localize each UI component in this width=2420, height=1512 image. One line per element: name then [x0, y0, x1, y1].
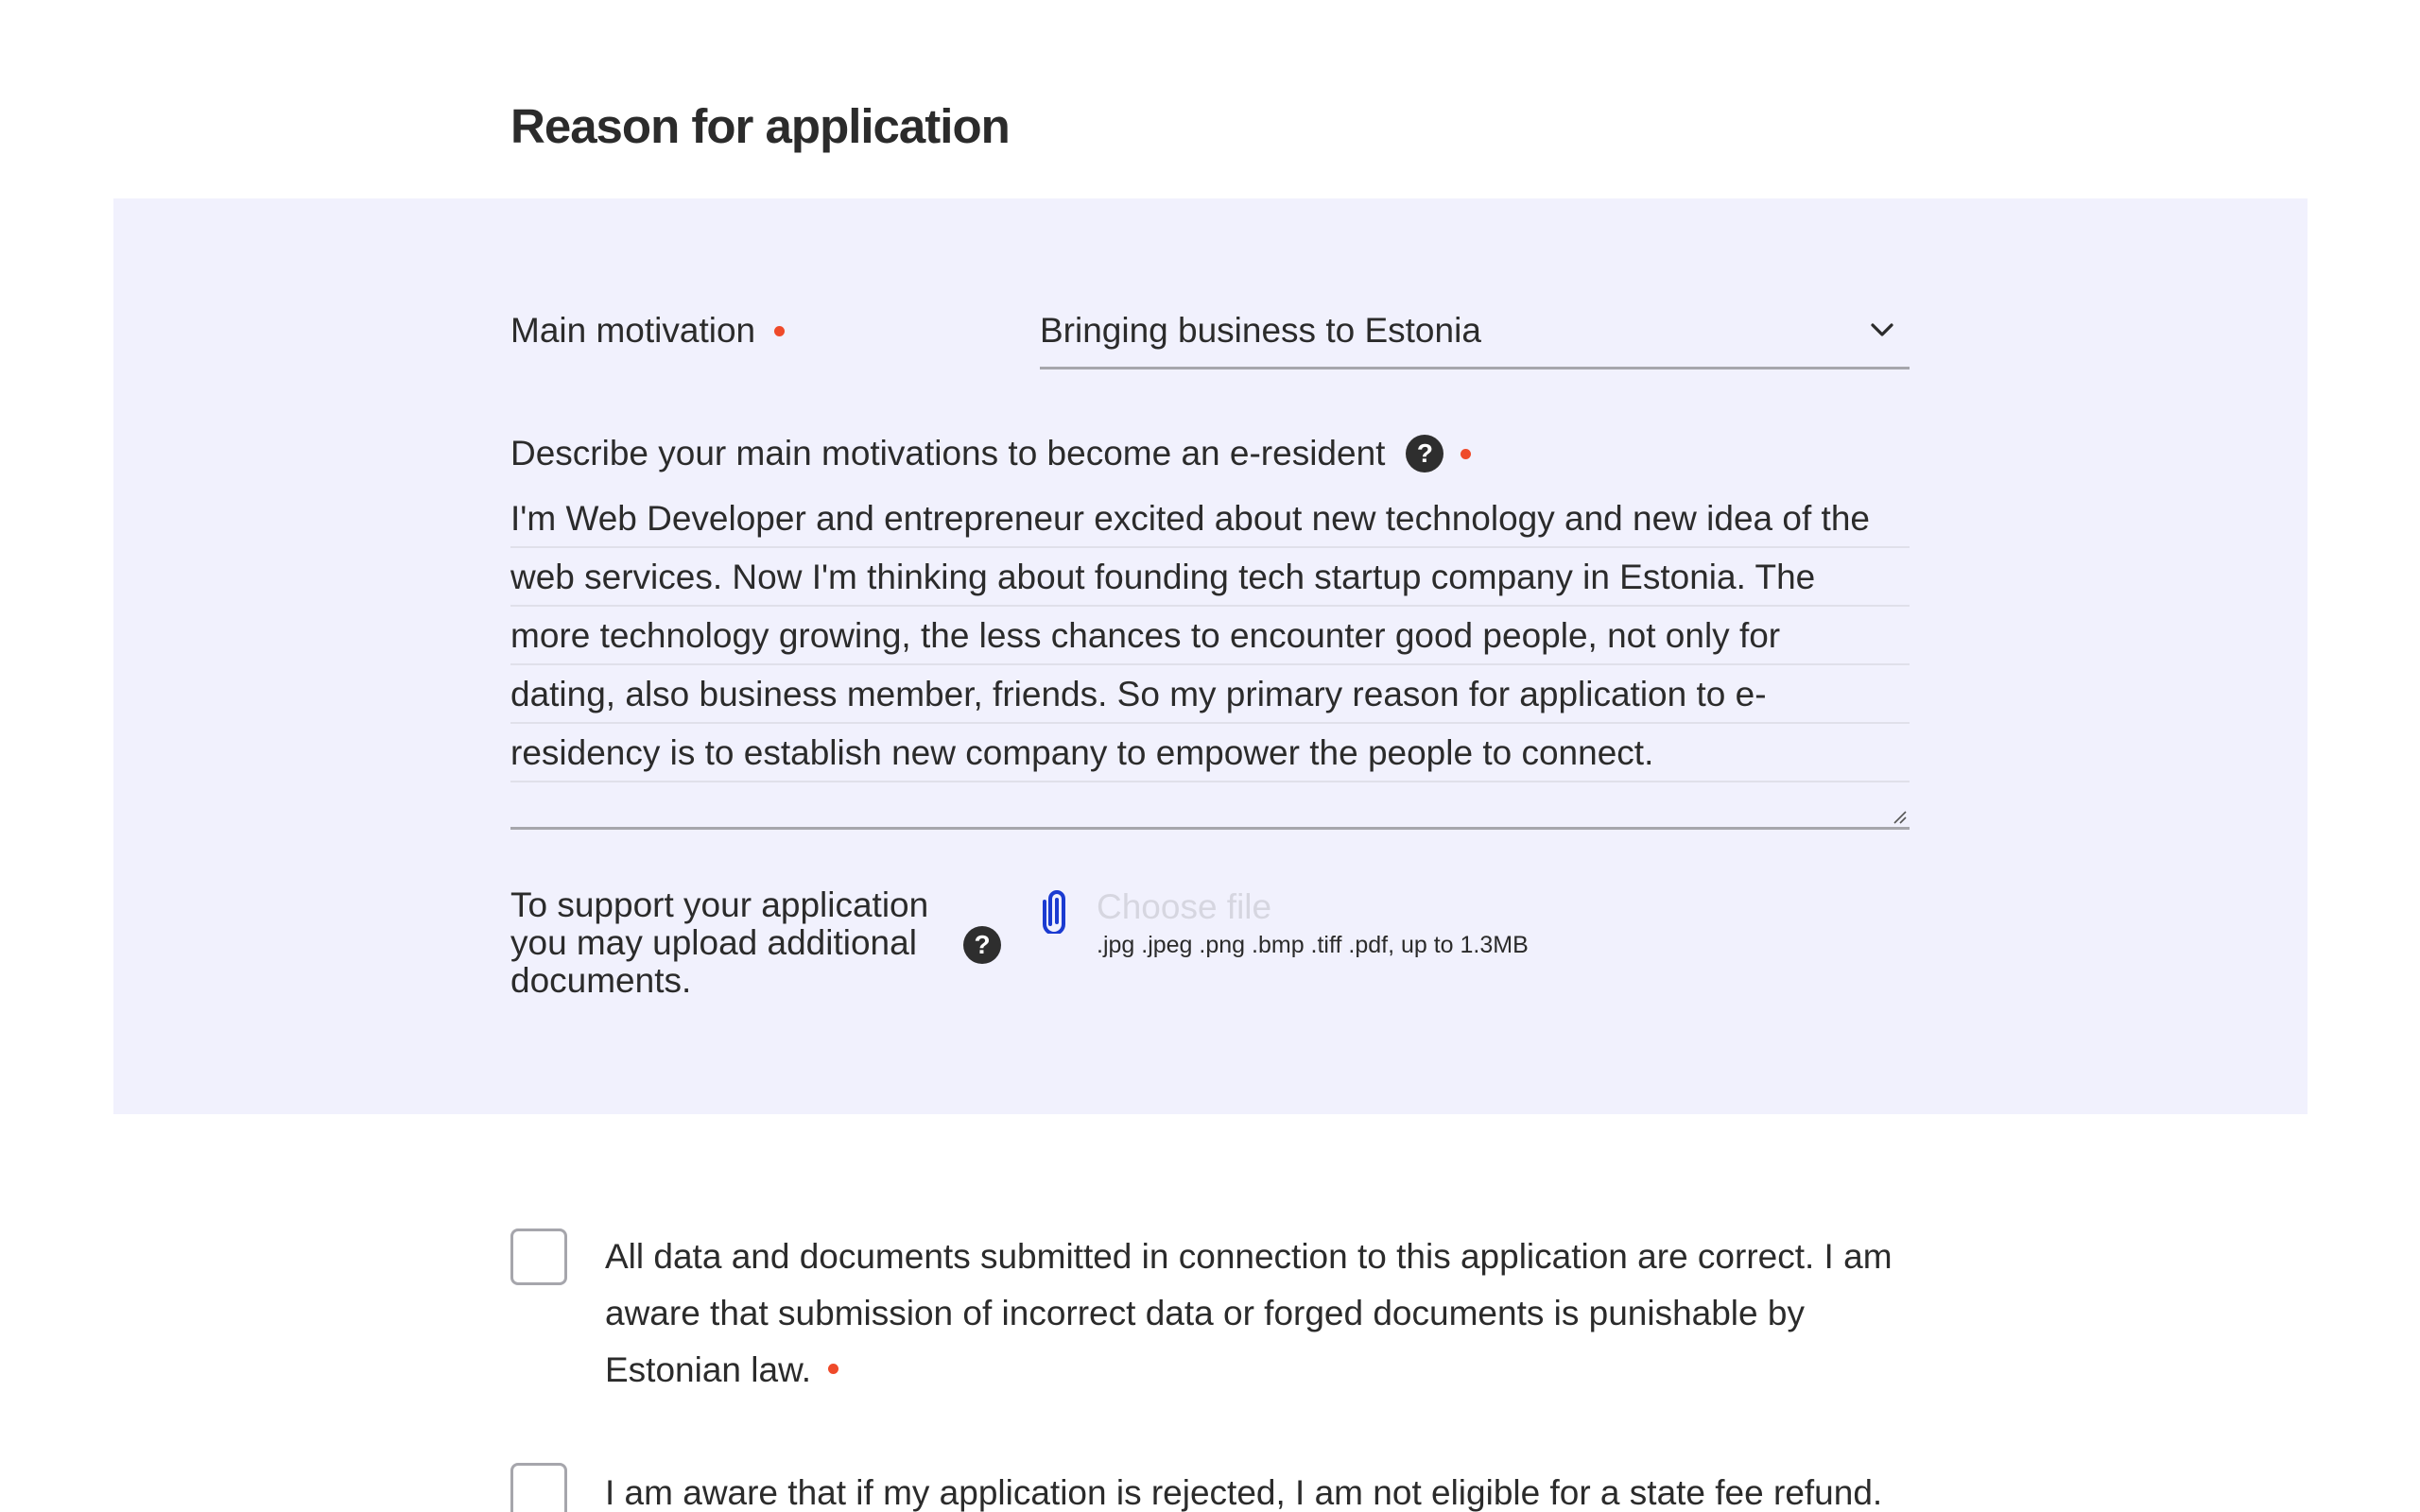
- file-types-hint: .jpg .jpeg .png .bmp .tiff .pdf, up to 1…: [1097, 932, 1529, 958]
- required-indicator: [774, 325, 786, 336]
- main-motivation-value: Bringing business to Estonia: [1040, 311, 1481, 350]
- textarea-line: web services. Now I'm thinking about fou…: [510, 550, 1910, 607]
- textarea-line: dating, also business member, friends. S…: [510, 667, 1910, 724]
- main-motivation-label: Main motivation: [510, 307, 786, 354]
- main-motivation-select[interactable]: Bringing business to Estonia: [1040, 301, 1910, 369]
- describe-motivations-label: Describe your main motivations to become…: [510, 430, 1472, 477]
- describe-motivations-label-text: Describe your main motivations to become…: [510, 434, 1386, 472]
- section-title: Reason for application: [510, 99, 1011, 153]
- resize-handle-icon[interactable]: [1891, 808, 1908, 825]
- no-refund-declaration-text: I am aware that if my application is rej…: [605, 1473, 1883, 1512]
- correct-data-declaration-text: All data and documents submitted in conn…: [605, 1237, 1893, 1389]
- required-indicator: [1461, 448, 1472, 459]
- motivation-textarea[interactable]: I'm Web Developer and entrepreneur excit…: [510, 491, 1910, 830]
- textarea-line: residency is to establish new company to…: [510, 726, 1910, 782]
- help-icon[interactable]: ?: [963, 926, 1001, 964]
- no-refund-declaration: I am aware that if my application is rej…: [605, 1465, 1928, 1512]
- main-motivation-label-text: Main motivation: [510, 311, 756, 350]
- chevron-down-icon: [1871, 323, 1893, 336]
- correct-data-checkbox[interactable]: [510, 1228, 567, 1285]
- upload-documents-label: To support your application you may uplo…: [510, 885, 929, 1000]
- required-indicator: [828, 1363, 839, 1374]
- paperclip-icon[interactable]: [1038, 886, 1076, 934]
- help-icon[interactable]: ?: [1406, 435, 1444, 472]
- textarea-line: I'm Web Developer and entrepreneur excit…: [510, 491, 1910, 548]
- correct-data-declaration: All data and documents submitted in conn…: [605, 1228, 1928, 1399]
- application-page: Reason for application Main motivation B…: [0, 0, 2420, 1512]
- choose-file-button[interactable]: Choose file: [1097, 886, 1271, 928]
- no-refund-checkbox[interactable]: [510, 1463, 567, 1512]
- textarea-line: more technology growing, the less chance…: [510, 609, 1910, 665]
